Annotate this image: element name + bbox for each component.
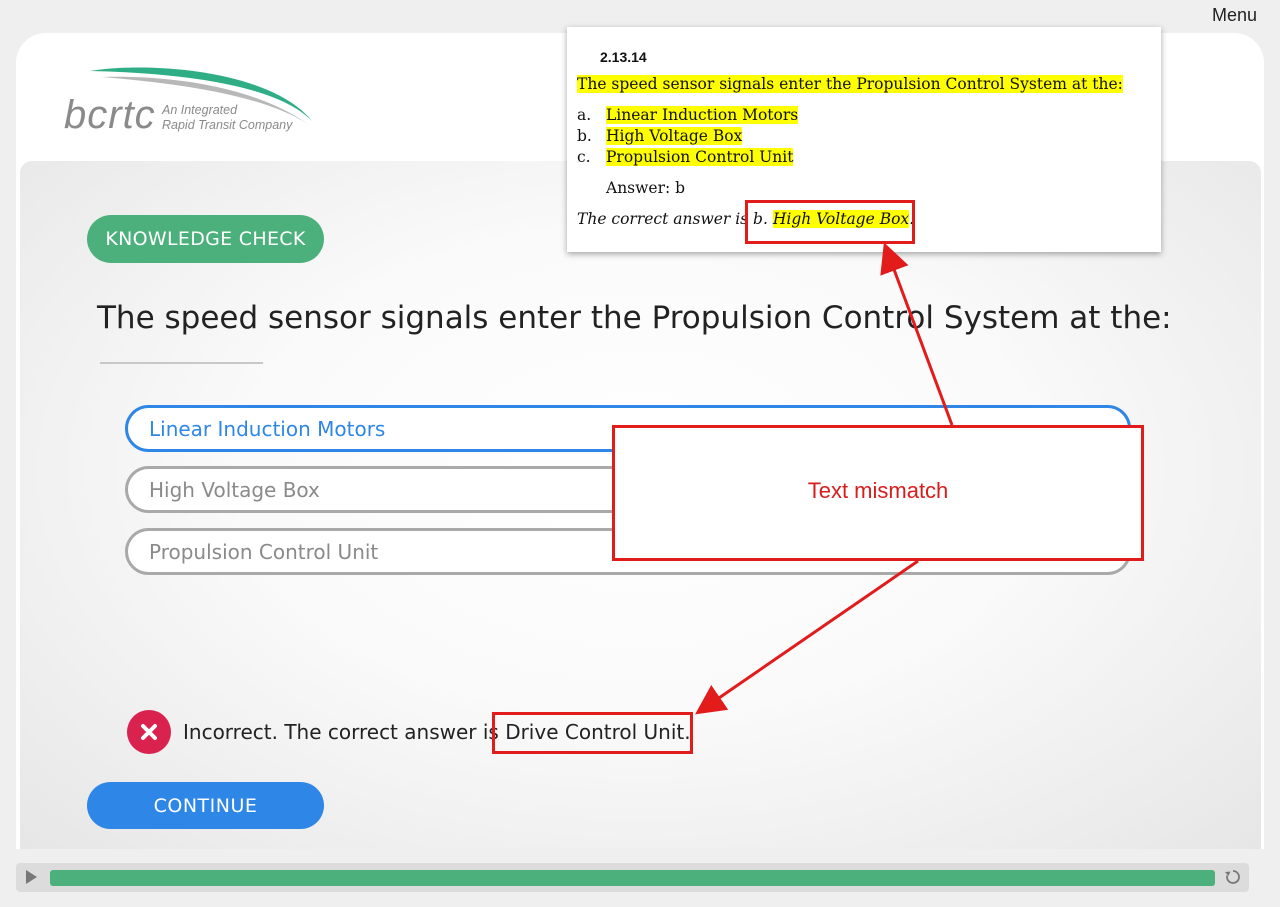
- doc-option: a. Linear Induction Motors: [577, 106, 799, 124]
- doc-option-text: Propulsion Control Unit: [606, 148, 794, 166]
- doc-option-letter: c.: [577, 148, 591, 166]
- annotation-callout: Text mismatch: [612, 425, 1144, 561]
- doc-question-text: The speed sensor signals enter the Propu…: [577, 75, 1123, 93]
- incorrect-icon: [127, 710, 171, 754]
- logo-tagline: An Integrated Rapid Transit Company: [162, 103, 292, 133]
- logo-tagline-line2: Rapid Transit Company: [162, 118, 293, 132]
- menu-button[interactable]: Menu: [1212, 5, 1257, 26]
- annotation-label: Text mismatch: [807, 478, 949, 503]
- player-bar: [16, 863, 1249, 892]
- doc-question: The speed sensor signals enter the Propu…: [577, 75, 1123, 93]
- doc-option-text: High Voltage Box: [606, 127, 743, 145]
- progress-track[interactable]: [50, 870, 1215, 886]
- doc-item-number: 2.13.14: [600, 49, 647, 65]
- progress-fill: [50, 870, 1215, 886]
- doc-correct-prefix: The correct answer is b.: [577, 210, 773, 228]
- doc-option-letter: a.: [577, 106, 592, 124]
- doc-option: c. Propulsion Control Unit: [577, 148, 794, 166]
- question-text: The speed sensor signals enter the Propu…: [97, 300, 1172, 336]
- doc-option-letter: b.: [577, 127, 592, 145]
- doc-answer-highlight-box: [745, 200, 915, 244]
- logo-wordmark: bcrtc: [64, 93, 156, 137]
- knowledge-check-badge: KNOWLEDGE CHECK: [87, 215, 324, 263]
- doc-answer: Answer: b: [606, 179, 686, 197]
- continue-button[interactable]: CONTINUE: [87, 782, 324, 829]
- play-icon[interactable]: [26, 870, 37, 884]
- doc-option: b. High Voltage Box: [577, 127, 743, 145]
- question-divider: [100, 362, 263, 364]
- feedback-answer-highlight-box: [492, 712, 693, 754]
- doc-option-text: Linear Induction Motors: [606, 106, 799, 124]
- replay-icon[interactable]: [1224, 868, 1242, 886]
- feedback-prefix: Incorrect. The correct answer is: [183, 720, 506, 744]
- logo-tagline-line1: An Integrated: [162, 103, 238, 117]
- bcrtc-logo: bcrtc An Integrated Rapid Transit Compan…: [62, 63, 322, 143]
